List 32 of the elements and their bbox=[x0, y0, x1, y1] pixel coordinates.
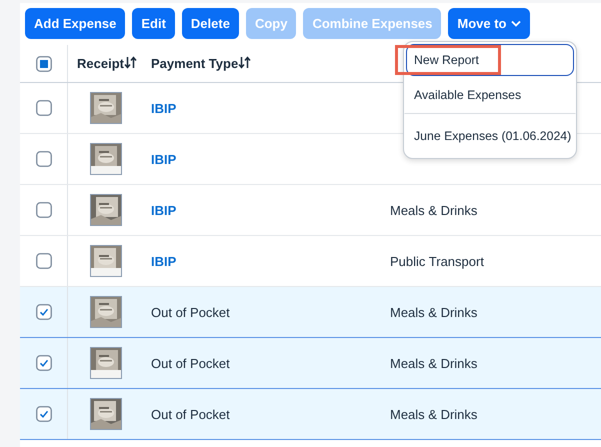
checkbox[interactable] bbox=[36, 253, 52, 269]
menu-button[interactable]: Move to bbox=[448, 8, 530, 39]
sort-icon bbox=[124, 56, 137, 69]
expense-type: Public Transport bbox=[390, 254, 484, 268]
payment-type-link[interactable]: IBIP bbox=[151, 254, 176, 268]
payment-type-link[interactable]: IBIP bbox=[151, 152, 176, 166]
payment-type-link[interactable]: IBIP bbox=[151, 202, 176, 218]
checkbox[interactable] bbox=[36, 56, 52, 72]
chevron-down-icon bbox=[510, 20, 521, 27]
checkbox[interactable] bbox=[36, 151, 52, 167]
toolbar-button[interactable]: Edit bbox=[132, 8, 175, 39]
payment-type: Out of Pocket bbox=[151, 304, 230, 320]
checkbox[interactable] bbox=[36, 100, 52, 116]
column-header[interactable]: Payment Type bbox=[151, 56, 252, 71]
expense-type: Meals & Drinks bbox=[390, 356, 478, 370]
menu-item[interactable]: June Expenses (01.06.2024) bbox=[406, 120, 574, 152]
column-header[interactable]: Receipt bbox=[77, 56, 137, 71]
expense-type: Meals & Drinks bbox=[390, 202, 478, 218]
payment-type-link[interactable]: IBIP bbox=[151, 100, 176, 116]
checkbox[interactable] bbox=[36, 406, 52, 422]
expense-type: Meals & Drinks bbox=[390, 406, 478, 422]
checkbox[interactable] bbox=[36, 355, 52, 371]
expense-type: Meals & Drinks bbox=[390, 304, 478, 320]
toolbar-button[interactable]: Add Expense bbox=[25, 8, 126, 39]
menu-item[interactable]: Available Expenses bbox=[404, 76, 576, 114]
checkbox[interactable] bbox=[36, 304, 52, 320]
menu-item[interactable]: New Report bbox=[406, 44, 574, 76]
payment-type: Out of Pocket bbox=[151, 356, 230, 370]
payment-type: Out of Pocket bbox=[151, 406, 230, 422]
sort-icon bbox=[238, 56, 252, 69]
toolbar-button[interactable]: Delete bbox=[182, 8, 239, 39]
checkbox[interactable] bbox=[36, 202, 52, 218]
